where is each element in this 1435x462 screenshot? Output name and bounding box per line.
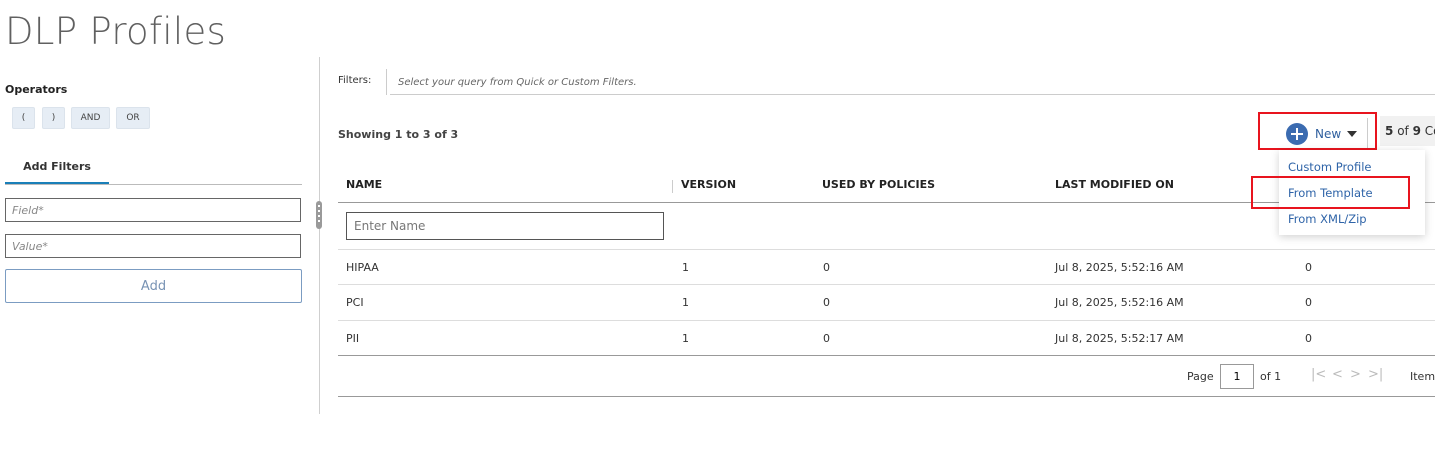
- cell-name[interactable]: PII: [346, 332, 359, 345]
- column-header-name[interactable]: NAME: [346, 178, 382, 191]
- resize-grip-icon: [318, 205, 320, 225]
- columns-of: of: [1397, 124, 1409, 138]
- row-divider: [338, 284, 1435, 285]
- column-resize-handle[interactable]: [672, 180, 673, 193]
- row-divider: [338, 249, 1435, 250]
- cell-used-by: 0: [823, 332, 830, 345]
- value-input[interactable]: [5, 234, 301, 258]
- columns-current: 5: [1385, 124, 1394, 138]
- toolbar-separator: [1367, 118, 1368, 148]
- filters-query-input[interactable]: [390, 70, 1435, 95]
- columns-suffix: Co: [1424, 124, 1435, 138]
- operator-or-button[interactable]: OR: [116, 107, 150, 129]
- field-input[interactable]: [5, 198, 301, 222]
- operator-close-paren-button[interactable]: ): [42, 107, 65, 129]
- cell-name[interactable]: PCI: [346, 296, 364, 309]
- cell-used-by: 0: [823, 261, 830, 274]
- operator-and-button[interactable]: AND: [71, 107, 110, 129]
- operators-title: Operators: [5, 83, 68, 96]
- tab-divider: [5, 184, 302, 185]
- plus-circle-icon: [1286, 123, 1308, 145]
- cell-name[interactable]: HIPAA: [346, 261, 379, 274]
- panel-divider: [319, 57, 320, 414]
- pager-items-label: Item: [1410, 370, 1435, 383]
- page-title: DLP Profiles: [5, 10, 227, 53]
- filters-separator: [386, 69, 387, 95]
- caret-down-icon: [1347, 131, 1358, 137]
- column-header-version[interactable]: VERSION: [681, 178, 736, 191]
- cell-modified: Jul 8, 2025, 5:52:16 AM: [1055, 296, 1184, 309]
- pager-of-label: of 1: [1260, 370, 1282, 383]
- cell-used-by: 0: [823, 296, 830, 309]
- filters-label: Filters:: [338, 75, 372, 86]
- cell-version: 1: [682, 296, 689, 309]
- pager-page-label: Page: [1187, 370, 1214, 383]
- cell-version: 1: [682, 332, 689, 345]
- cell-extra: 0: [1305, 332, 1312, 345]
- page-number-input[interactable]: [1220, 364, 1254, 389]
- new-button-label: New: [1315, 127, 1342, 141]
- header-divider: [338, 202, 1435, 203]
- columns-selector[interactable]: 5 of 9 Co: [1380, 116, 1435, 146]
- last-page-icon[interactable]: >|: [1368, 367, 1383, 382]
- menu-item-from-xml-zip[interactable]: From XML/Zip: [1288, 212, 1367, 226]
- first-page-icon[interactable]: |<: [1311, 367, 1326, 382]
- menu-item-custom-profile[interactable]: Custom Profile: [1288, 160, 1371, 174]
- row-divider: [338, 320, 1435, 321]
- name-filter-input[interactable]: [346, 212, 664, 240]
- operator-open-paren-button[interactable]: (: [12, 107, 35, 129]
- menu-item-from-template[interactable]: From Template: [1288, 186, 1373, 200]
- pager-bottom-divider: [338, 396, 1435, 397]
- results-count: Showing 1 to 3 of 3: [338, 128, 459, 141]
- new-dropdown-menu: Custom Profile From Template From XML/Zi…: [1279, 150, 1425, 235]
- cell-modified: Jul 8, 2025, 5:52:17 AM: [1055, 332, 1184, 345]
- next-page-icon[interactable]: >: [1350, 367, 1361, 382]
- cell-extra: 0: [1305, 296, 1312, 309]
- cell-version: 1: [682, 261, 689, 274]
- columns-total: 9: [1412, 124, 1421, 138]
- tab-add-filters[interactable]: Add Filters: [5, 160, 109, 184]
- previous-page-icon[interactable]: <: [1332, 367, 1343, 382]
- cell-extra: 0: [1305, 261, 1312, 274]
- column-header-used-by-policies[interactable]: USED BY POLICIES: [822, 178, 935, 191]
- table-bottom-divider: [338, 355, 1435, 356]
- column-header-last-modified[interactable]: LAST MODIFIED ON: [1055, 178, 1174, 191]
- add-filter-button[interactable]: Add: [5, 269, 302, 303]
- new-button[interactable]: New: [1286, 122, 1358, 146]
- cell-modified: Jul 8, 2025, 5:52:16 AM: [1055, 261, 1184, 274]
